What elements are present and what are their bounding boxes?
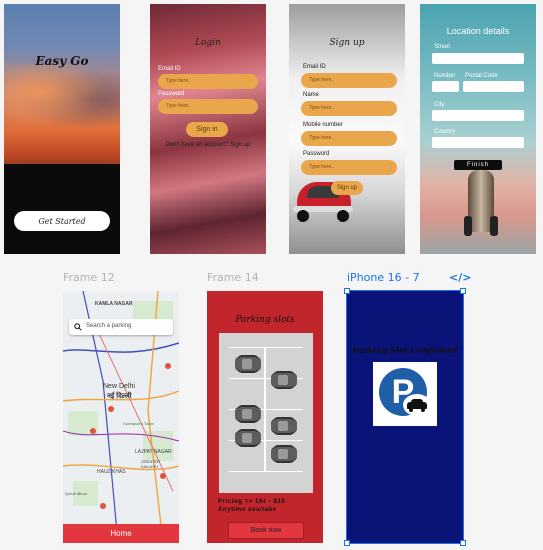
map-place-humayun: Humayun's Tomb xyxy=(123,421,154,426)
selection-handle-bl[interactable] xyxy=(344,540,350,546)
vintage-car-image xyxy=(464,170,498,242)
postal-input[interactable] xyxy=(463,81,524,92)
signup-mobile-input[interactable]: Type here.. xyxy=(301,131,397,146)
frame12-label[interactable]: Frame 12 xyxy=(63,271,115,284)
map-place-hauz-khas: HAUZ KHAS xyxy=(97,469,126,475)
number-input[interactable] xyxy=(432,81,459,92)
signup-title: Sign up xyxy=(329,38,365,48)
signup-name-label: Name xyxy=(303,92,320,98)
map-search-bar[interactable]: Search a parking xyxy=(69,319,173,335)
map-place-new-delhi: New Delhi xyxy=(103,383,135,390)
map-frame: KAMLA NAGAR New Delhi नई दिल्ली Humayun'… xyxy=(63,291,179,543)
map-place-new-delhi-hindi: नई दिल्ली xyxy=(107,393,132,400)
iphone-frame-label[interactable]: iPhone 16 - 7 xyxy=(347,271,420,284)
number-label: Number xyxy=(434,73,456,79)
car-badge-icon xyxy=(403,394,431,416)
selection-handle-br[interactable] xyxy=(460,540,466,546)
login-title: Login xyxy=(195,38,221,48)
city-input[interactable] xyxy=(432,110,524,121)
pricing-text: Pricing => 1hr - $10 xyxy=(218,499,286,505)
signup-link[interactable]: Don't have an account? Sign up xyxy=(150,142,266,148)
selection-handle-tr[interactable] xyxy=(460,288,466,294)
signup-email-label: Email ID xyxy=(303,64,326,70)
map-place-kamla-nagar: KAMLA NAGAR xyxy=(95,301,133,307)
search-icon xyxy=(74,323,82,331)
location-title: Location details xyxy=(446,26,510,36)
password-label: Password xyxy=(158,91,185,97)
confirmation-title: Parking Slot Confirmed xyxy=(352,345,458,355)
signin-button[interactable]: Sign in xyxy=(186,122,228,137)
location-frame: Location details Street Number Postal Co… xyxy=(420,4,536,254)
parked-car xyxy=(235,355,261,373)
frame14-label[interactable]: Frame 14 xyxy=(207,271,259,284)
code-icon[interactable]: </> xyxy=(449,271,471,284)
get-started-button[interactable]: Get Started xyxy=(14,211,110,231)
signup-password-label: Password xyxy=(303,151,330,157)
map-place-qutub: Qutub Minar xyxy=(65,491,88,496)
home-button[interactable]: Home xyxy=(63,524,179,543)
city-skyline xyxy=(4,164,120,254)
signup-password-input[interactable]: Type here.. xyxy=(301,160,397,175)
splash-frame: Easy Go Get Started xyxy=(4,4,120,254)
email-input[interactable]: Type here.. xyxy=(158,74,258,89)
street-label: Street xyxy=(434,44,451,50)
map-place-lajpat: LAJPAT NAGAR xyxy=(135,449,172,455)
parking-slots-title: Parking slots xyxy=(235,315,295,325)
search-input[interactable]: Search a parking xyxy=(86,323,131,329)
finish-button[interactable]: Finish xyxy=(454,160,502,170)
parked-car xyxy=(271,371,297,389)
signup-frame: Sign up Email ID Type here.. Name Type h… xyxy=(289,4,405,254)
signup-email-input[interactable]: Type here.. xyxy=(301,73,397,88)
confirmation-frame[interactable]: Parking Slot Confirmed P xyxy=(346,290,464,544)
availability-text: Anytime availabe xyxy=(218,507,277,513)
country-label: Country xyxy=(434,129,456,135)
parked-car xyxy=(271,417,297,435)
parking-logo: P xyxy=(373,362,437,426)
parked-car xyxy=(235,405,261,423)
book-now-button[interactable]: Book now xyxy=(228,522,304,539)
password-input[interactable]: Type here.. xyxy=(158,99,258,114)
parking-slots-frame: Parking slots Pricing => 1hr - $10 Anyti… xyxy=(207,291,323,543)
app-title: Easy Go xyxy=(35,54,89,68)
city-label: City xyxy=(434,102,445,108)
parking-lot xyxy=(219,333,313,493)
login-frame: Login Email ID Type here.. Password Type… xyxy=(150,4,266,254)
selection-handle-tl[interactable] xyxy=(344,288,350,294)
sky-clouds xyxy=(4,64,120,134)
parked-car xyxy=(235,429,261,447)
signup-mobile-label: Mobile number xyxy=(303,122,343,128)
parked-car xyxy=(271,445,297,463)
country-input[interactable] xyxy=(432,137,524,148)
email-label: Email ID xyxy=(158,66,181,72)
signup-button[interactable]: Sign up xyxy=(331,181,363,195)
map-place-gk: GREATER KAILASH xyxy=(141,459,161,469)
postal-label: Postal Code xyxy=(465,73,498,79)
signup-name-input[interactable]: Type here.. xyxy=(301,101,397,116)
street-input[interactable] xyxy=(432,53,524,64)
